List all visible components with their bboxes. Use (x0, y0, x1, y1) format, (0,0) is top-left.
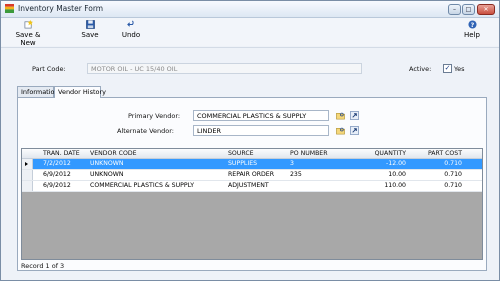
table-row[interactable]: 6/9/2012 UNKNOWN REPAIR ORDER 235 10.00 … (22, 170, 482, 181)
active-label: Active: (409, 65, 432, 73)
help-icon: ? (467, 20, 477, 29)
title-bar: Inventory Master Form – □ ✕ (1, 1, 499, 18)
close-button[interactable]: ✕ (477, 4, 495, 15)
undo-label: Undo (121, 31, 141, 39)
save-and-new-label: Save & New (15, 31, 41, 47)
column-header-vendor-code[interactable]: VENDOR CODE (90, 149, 137, 158)
cell-vendor-code: COMMERCIAL PLASTICS & SUPPLY (90, 182, 194, 189)
primary-vendor-lookup-icon[interactable] (336, 111, 345, 120)
toolbar-divider (1, 47, 499, 48)
cell-po-number: 235 (290, 171, 302, 178)
maximize-button[interactable]: □ (462, 4, 475, 15)
row-selector[interactable] (22, 170, 33, 180)
column-header-part-cost[interactable]: PART COST (422, 149, 462, 158)
minimize-button[interactable]: – (448, 4, 461, 15)
part-code-label: Part Code: (32, 65, 66, 73)
save-label: Save (81, 31, 99, 39)
cell-part-cost: 0.710 (444, 160, 462, 167)
cell-part-cost: 0.710 (444, 171, 462, 178)
cell-tran-date: 6/9/2012 (43, 182, 71, 189)
cell-vendor-code: UNKNOWN (90, 160, 124, 167)
current-row-arrow-icon (25, 162, 28, 166)
inventory-master-window: Inventory Master Form – □ ✕ Save & New S… (0, 0, 500, 281)
cell-po-number: 3 (290, 160, 294, 167)
save-and-new-button[interactable]: Save & New (9, 20, 47, 47)
column-header-quantity[interactable]: QUANTITY (372, 149, 406, 158)
help-label: Help (464, 31, 480, 39)
cell-source: SUPPLIES (228, 160, 258, 167)
help-button[interactable]: ? Help (462, 20, 482, 39)
cell-source: ADJUSTMENT (228, 182, 269, 189)
table-row[interactable]: 7/2/2012 UNKNOWN SUPPLIES 3 -12.00 0.710 (22, 159, 482, 170)
cell-vendor-code: UNKNOWN (90, 171, 124, 178)
table-row[interactable]: 6/9/2012 COMMERCIAL PLASTICS & SUPPLY AD… (22, 181, 482, 192)
cell-tran-date: 7/2/2012 (43, 160, 71, 167)
cell-tran-date: 6/9/2012 (43, 171, 71, 178)
cell-part-cost: 0.710 (444, 182, 462, 189)
cell-quantity: -12.00 (386, 160, 406, 167)
column-header-tran-date[interactable]: TRAN. DATE (43, 149, 80, 158)
cell-quantity: 10.00 (388, 171, 406, 178)
row-selector[interactable] (22, 181, 33, 191)
undo-button[interactable]: Undo (120, 20, 142, 39)
save-icon (85, 20, 95, 29)
alternate-vendor-label: Alternate Vendor: (117, 127, 174, 135)
window-title: Inventory Master Form (18, 4, 104, 13)
toolbar: Save & New Save Undo ? Help (1, 18, 499, 47)
primary-vendor-open-icon[interactable] (350, 111, 359, 120)
alternate-vendor-field[interactable]: LINDER (193, 125, 329, 136)
alternate-vendor-open-icon[interactable] (350, 126, 359, 135)
grid-header: TRAN. DATE VENDOR CODE SOURCE PO NUMBER … (22, 149, 482, 159)
vendor-history-grid: TRAN. DATE VENDOR CODE SOURCE PO NUMBER … (21, 148, 483, 260)
app-logo-icon (5, 4, 14, 13)
save-button[interactable]: Save (79, 20, 101, 39)
active-yes-label: Yes (454, 65, 465, 73)
alternate-vendor-lookup-icon[interactable] (336, 126, 345, 135)
primary-vendor-label: Primary Vendor: (128, 112, 181, 120)
tab-vendor-history[interactable]: Vendor History (54, 86, 106, 98)
cell-source: REPAIR ORDER (228, 171, 275, 178)
undo-icon (126, 20, 134, 27)
tab-information[interactable]: Information (17, 86, 59, 97)
cell-quantity: 110.00 (384, 182, 406, 189)
part-code-field: MOTOR OIL - UC 15/40 OIL (87, 63, 362, 74)
column-header-po-number[interactable]: PO NUMBER (290, 149, 328, 158)
row-selector[interactable] (22, 159, 33, 169)
column-header-source[interactable]: SOURCE (228, 149, 254, 158)
active-checkbox[interactable]: ✓ (443, 64, 452, 73)
save-new-icon (24, 20, 33, 29)
primary-vendor-field[interactable]: COMMERCIAL PLASTICS & SUPPLY (193, 110, 329, 121)
svg-text:?: ? (470, 22, 474, 29)
record-status: Record 1 of 3 (21, 262, 65, 270)
